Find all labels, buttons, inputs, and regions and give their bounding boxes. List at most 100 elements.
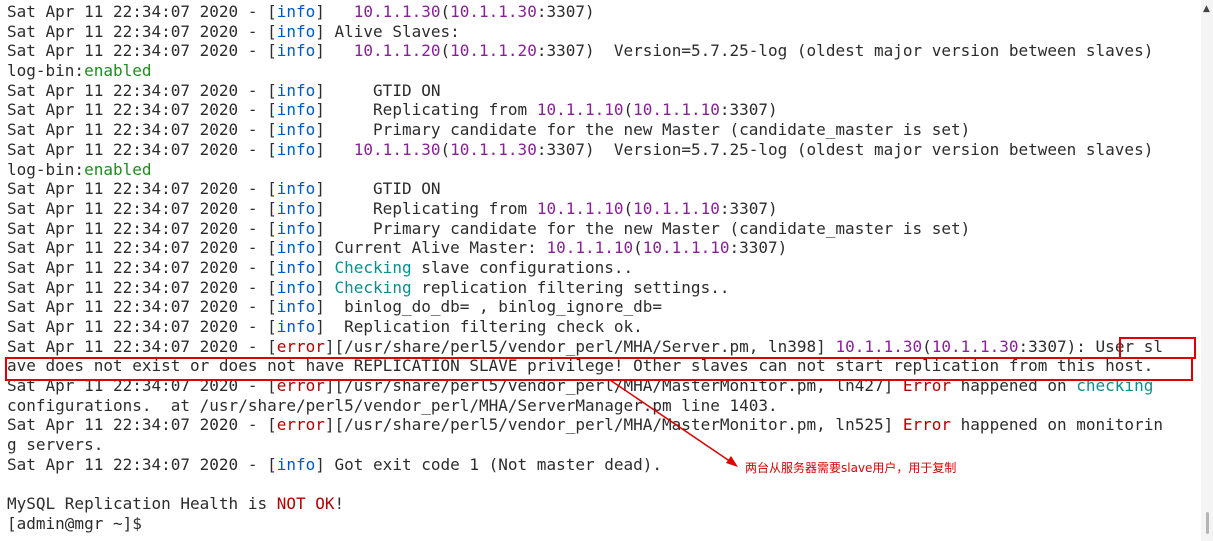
terminal-text-segment: 10.1.1.10: [633, 100, 720, 120]
terminal-line: [admin@mgr ~]$: [7, 514, 1197, 534]
terminal-text-segment: Sat Apr 11 22:34:07 2020 - [: [7, 120, 277, 140]
terminal-text-segment: Sat Apr 11 22:34:07 2020 - [: [7, 100, 277, 120]
terminal-text-segment: [admin@mgr ~]$: [7, 513, 152, 533]
terminal-text-segment: 10.1.1.10: [546, 238, 634, 258]
terminal-text-segment: info: [276, 100, 316, 120]
terminal-line: MySQL Replication Health is NOT OK!: [7, 494, 1197, 514]
terminal-text-segment: log-bin:: [7, 61, 85, 81]
terminal-text-segment: Sat Apr 11 22:34:07 2020 - [: [7, 317, 277, 336]
terminal-text-segment: 10.1.1.10: [633, 198, 720, 218]
terminal-text-segment: info: [276, 297, 316, 317]
terminal-text-segment: ] Replicating from: [315, 100, 537, 120]
terminal-text-segment: info: [276, 80, 316, 100]
terminal-text-segment: :3307): [719, 100, 778, 120]
terminal-line: Sat Apr 11 22:34:07 2020 - [info] Checki…: [7, 278, 1197, 298]
terminal-text-segment: Sat Apr 11 22:34:07 2020 - [: [7, 454, 277, 474]
terminal-output[interactable]: Sat Apr 11 22:34:07 2020 - [info] 10.1.1…: [7, 2, 1197, 539]
terminal-text-segment: 10.1.1.10: [536, 100, 624, 120]
terminal-text-segment: ]: [315, 277, 335, 297]
terminal-text-segment: info: [276, 257, 316, 277]
terminal-text-segment: enabled: [84, 61, 152, 81]
terminal-line: Sat Apr 11 22:34:07 2020 - [info] GTID O…: [7, 179, 1197, 199]
terminal-text-segment: info: [276, 120, 316, 140]
terminal-text-segment: (: [633, 238, 643, 258]
terminal-text-segment: ] binlog_do_db= , binlog_ignore_db=: [315, 297, 663, 317]
terminal-text-segment: slave configurations..: [411, 257, 634, 277]
terminal-text-segment: info: [276, 277, 316, 297]
terminal-text-segment: Sat Apr 11 22:34:07 2020 - [: [7, 257, 277, 277]
terminal-text-segment: :3307) Version=5.7.25-log (oldest major …: [536, 41, 1154, 61]
terminal-text-segment: log-bin:: [7, 159, 85, 179]
terminal-text-segment: Sat Apr 11 22:34:07 2020 - [: [7, 297, 277, 317]
terminal-text-segment: ] Replicating from: [315, 198, 537, 218]
terminal-text-segment: :3307): [536, 2, 595, 21]
terminal-text-segment: ] GTID ON: [315, 179, 441, 199]
annotation-highlight-box-1: [1119, 337, 1196, 359]
terminal-text-segment: g servers.: [7, 435, 104, 455]
terminal-text-segment: ][/usr/share/perl5/vendor_perl/MHA/Maste…: [324, 415, 903, 435]
terminal-text-segment: (: [440, 41, 451, 61]
terminal-text-segment: 10.1.1.30: [450, 139, 537, 159]
terminal-text-segment: ] GTID ON: [315, 80, 441, 100]
terminal-text-segment: ]: [315, 139, 354, 159]
terminal-text-segment: Error: [902, 415, 952, 435]
terminal-text-segment: error: [276, 336, 325, 356]
terminal-text-segment: ] Alive Slaves:: [315, 21, 460, 41]
terminal-text-segment: ] Got exit code 1 (Not master dead).: [315, 454, 663, 474]
terminal-text-segment: :3307): [729, 238, 788, 258]
terminal-text-segment: ] Primary candidate for the new Master (…: [315, 218, 971, 238]
terminal-text-segment: info: [276, 238, 316, 258]
terminal-text-segment: Sat Apr 11 22:34:07 2020 - [: [7, 218, 277, 238]
terminal-text-segment: happened on monitorin: [951, 415, 1163, 435]
terminal-text-segment: (: [440, 139, 451, 159]
terminal-line: log-bin:enabled: [7, 160, 1197, 180]
terminal-text-segment: info: [276, 139, 316, 159]
terminal-line: Sat Apr 11 22:34:07 2020 - [info] 10.1.1…: [7, 2, 1197, 22]
terminal-line: configurations. at /usr/share/perl5/vend…: [7, 396, 1197, 416]
terminal-text-segment: ] Current Alive Master:: [315, 238, 547, 258]
terminal-text-segment: 10.1.1.30: [931, 336, 1019, 356]
vertical-scrollbar[interactable]: ▲: [1201, 0, 1213, 541]
terminal-text-segment: Sat Apr 11 22:34:07 2020 - [: [7, 415, 277, 435]
terminal-text-segment: Sat Apr 11 22:34:07 2020 - [: [7, 179, 277, 199]
terminal-text-segment: MySQL Replication Health is: [7, 494, 277, 514]
terminal-text-segment: Sat Apr 11 22:34:07 2020 - [: [7, 41, 277, 61]
terminal-text-segment: 10.1.1.30: [835, 336, 923, 356]
terminal-text-segment: NOT OK: [276, 494, 335, 514]
terminal-text-segment: 10.1.1.10: [536, 198, 624, 218]
terminal-line: Sat Apr 11 22:34:07 2020 - [info] GTID O…: [7, 81, 1197, 101]
terminal-text-segment: (: [623, 198, 634, 218]
terminal-line: Sat Apr 11 22:34:07 2020 - [info] 10.1.1…: [7, 41, 1197, 61]
scrollbar-thumb[interactable]: [1206, 512, 1209, 534]
terminal-text-segment: 10.1.1.10: [642, 238, 730, 258]
terminal-text-segment: Sat Apr 11 22:34:07 2020 - [: [7, 2, 277, 21]
terminal-text-segment: ] Primary candidate for the new Master (…: [315, 120, 971, 140]
terminal-text-segment: !: [334, 494, 345, 514]
scroll-up-arrow-icon[interactable]: ▲: [1203, 4, 1210, 14]
terminal-text-segment: (: [922, 336, 932, 356]
terminal-line: Sat Apr 11 22:34:07 2020 - [info] Checki…: [7, 258, 1197, 278]
terminal-text-segment: Sat Apr 11 22:34:07 2020 - [: [7, 21, 277, 41]
terminal-text-segment: Sat Apr 11 22:34:07 2020 - [: [7, 139, 277, 159]
terminal-line: Sat Apr 11 22:34:07 2020 - [error][/usr/…: [7, 337, 1197, 357]
terminal-text-segment: Sat Apr 11 22:34:07 2020 - [: [7, 336, 277, 356]
terminal-text-segment: :3307): [719, 198, 778, 218]
annotation-highlight-box-2: [5, 357, 1193, 381]
terminal-text-segment: 10.1.1.20: [450, 41, 537, 61]
terminal-line: Sat Apr 11 22:34:07 2020 - [info] Replic…: [7, 317, 1197, 337]
terminal-text-segment: Checking: [334, 257, 412, 277]
terminal-line: Sat Apr 11 22:34:07 2020 - [info] Curren…: [7, 238, 1197, 258]
terminal-text-segment: ] Replication filtering check ok.: [315, 317, 643, 336]
terminal-text-segment: info: [276, 198, 316, 218]
terminal-text-segment: configurations. at /usr/share/perl5/vend…: [7, 395, 778, 415]
terminal-text-segment: info: [276, 218, 316, 238]
terminal-text-segment: ]: [315, 41, 354, 61]
terminal-text-segment: info: [276, 317, 316, 336]
terminal-text-segment: 10.1.1.30: [450, 2, 537, 21]
terminal-line: log-bin:enabled: [7, 61, 1197, 81]
terminal-text-segment: info: [276, 2, 316, 21]
terminal-text-segment: enabled: [84, 159, 152, 179]
terminal-text-segment: Checking: [334, 277, 412, 297]
terminal-text-segment: Sat Apr 11 22:34:07 2020 - [: [7, 80, 277, 100]
